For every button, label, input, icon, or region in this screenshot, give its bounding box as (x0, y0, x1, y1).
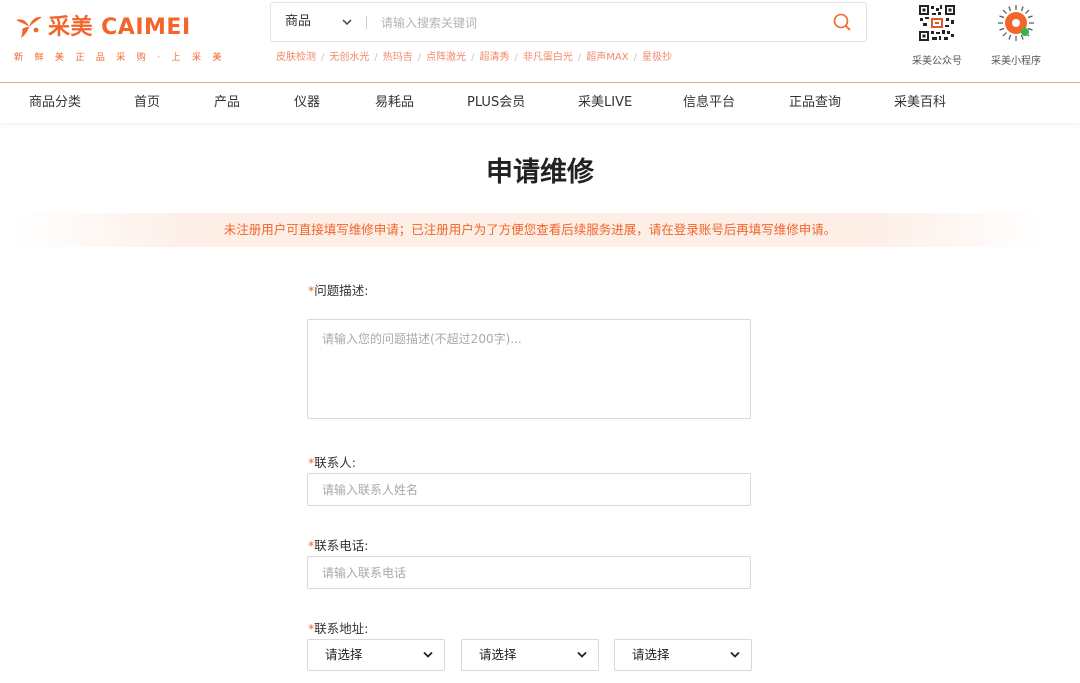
contact-label: *联系人: (308, 452, 356, 471)
site-logo[interactable]: 采美 CAIMEI 新 鲜 美 正 品 采 购 · 上 采 美 (14, 12, 221, 64)
nav-item-products[interactable]: 产品 (214, 83, 240, 123)
hot-word-separator: / (374, 52, 378, 63)
contact-name-input[interactable] (307, 473, 751, 506)
hot-word-link[interactable]: 超声MAX (586, 52, 628, 63)
mini-program-qr: 采美小程序 (986, 4, 1046, 67)
brand-slogan: 新 鲜 美 正 品 采 购 · 上 采 美 (14, 53, 226, 63)
logo-bird-icon (16, 16, 42, 38)
description-label-text: 问题描述: (314, 283, 369, 298)
wechat-account-label: 采美公众号 (912, 56, 962, 67)
search-category-select[interactable]: 商品 (285, 3, 311, 41)
chevron-down-icon (423, 651, 433, 658)
hot-word-separator: / (417, 52, 422, 63)
hot-word-link[interactable]: 非凡蛋白光 (523, 52, 573, 63)
hot-word-separator: / (471, 52, 475, 63)
hot-word-separator: / (514, 52, 518, 63)
hot-word-separator: / (633, 52, 637, 63)
address-label: *联系地址: (308, 618, 368, 637)
hot-word-link[interactable]: 皮肤检测 (276, 52, 316, 63)
nav-item-live[interactable]: 采美LIVE (578, 83, 632, 123)
hot-word-separator: / (321, 52, 325, 63)
search-divider (366, 16, 367, 29)
page-title: 申请维修 (486, 157, 594, 188)
wechat-account-qr: 采美公众号 (907, 4, 967, 67)
search-icon[interactable] (832, 12, 852, 32)
nav-item-authenticity-check[interactable]: 正品查询 (789, 83, 841, 123)
contact-label-text: 联系人: (314, 455, 356, 470)
hot-word-link[interactable]: 点阵激光 (426, 52, 466, 63)
city-select-value: 请选择 (479, 647, 517, 662)
nav-item-consumables[interactable]: 易耗品 (375, 83, 414, 123)
phone-input[interactable] (307, 556, 751, 589)
nav-item-instruments[interactable]: 仪器 (294, 83, 320, 123)
hot-word-link[interactable]: 无创水光 (329, 52, 369, 63)
district-select[interactable]: 请选择 (614, 639, 752, 671)
hot-word-link[interactable]: 星极抄 (642, 52, 672, 63)
nav-item-home[interactable]: 首页 (134, 83, 160, 123)
hot-word-link[interactable]: 超清秀 (480, 52, 510, 63)
hot-word-separator: / (577, 52, 582, 63)
nav-item-info-platform[interactable]: 信息平台 (683, 83, 735, 123)
main-nav: 商品分类 首页 产品 仪器 易耗品 PLUS会员 采美LIVE 信息平台 正品查… (0, 83, 1080, 123)
mini-program-code-icon (998, 5, 1034, 41)
district-select-value: 请选择 (632, 647, 670, 662)
province-select-value: 请选择 (325, 647, 363, 662)
qr-code-icon (918, 4, 956, 42)
address-label-text: 联系地址: (314, 621, 369, 636)
mini-program-label: 采美小程序 (991, 56, 1041, 67)
nav-item-categories[interactable]: 商品分类 (29, 83, 81, 123)
province-select[interactable]: 请选择 (307, 639, 445, 671)
site-header: 采美 CAIMEI 新 鲜 美 正 品 采 购 · 上 采 美 商品 皮肤检测 /… (0, 0, 1080, 82)
hot-search-words: 皮肤检测 / 无创水光 / 热玛吉 / 点阵激光 / 超清秀 / 非凡蛋白光 / 超声MAX / 星极抄 (276, 48, 672, 63)
search-input[interactable] (379, 3, 813, 43)
hot-word-link[interactable]: 热玛吉 (383, 52, 413, 63)
notice-banner: 未注册用户可直接填写维修申请；已注册用户为了方便您查看后续服务进展，请在登录账号… (14, 213, 1046, 247)
brand-name: 采美 CAIMEI (48, 15, 191, 40)
chevron-down-icon (577, 651, 587, 658)
nav-item-plus-member[interactable]: PLUS会员 (467, 83, 525, 123)
nav-item-encyclopedia[interactable]: 采美百科 (894, 83, 946, 123)
city-select[interactable]: 请选择 (461, 639, 599, 671)
phone-label-text: 联系电话: (314, 538, 369, 553)
chevron-down-icon (730, 651, 740, 658)
description-textarea[interactable] (307, 319, 751, 419)
description-label: *问题描述: (308, 280, 368, 299)
chevron-down-icon[interactable] (341, 16, 353, 28)
phone-label: *联系电话: (308, 535, 368, 554)
search-bar: 商品 (270, 2, 867, 43)
